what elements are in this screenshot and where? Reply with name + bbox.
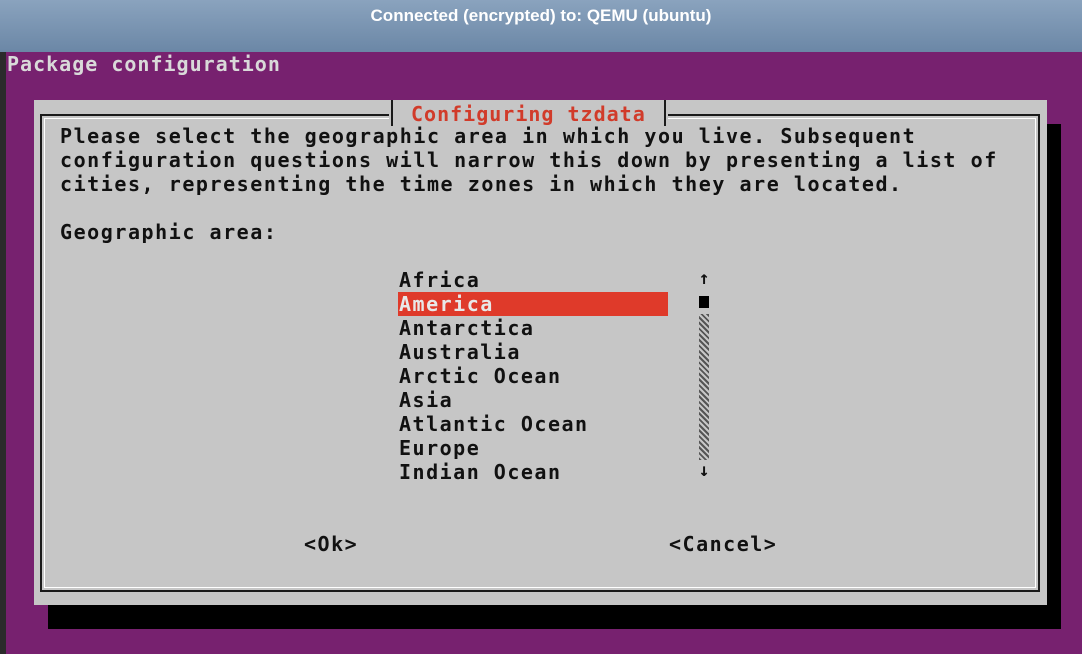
area-item-africa[interactable]: Africa (398, 268, 668, 292)
title-bracket-left (391, 100, 393, 126)
cancel-button[interactable]: <Cancel> (669, 532, 777, 556)
area-item-america[interactable]: America (398, 292, 668, 316)
scrollbar-track[interactable] (699, 314, 709, 460)
up-arrow-icon[interactable]: ↑ (698, 268, 710, 290)
area-item-indian-ocean[interactable]: Indian Ocean (398, 460, 668, 484)
down-arrow-icon[interactable]: ↓ (698, 460, 710, 482)
window-title: Connected (encrypted) to: QEMU (ubuntu) (370, 6, 712, 25)
area-item-arctic-ocean[interactable]: Arctic Ocean (398, 364, 668, 388)
vnc-title-bar: Connected (encrypted) to: QEMU (ubuntu) (0, 0, 1082, 52)
dialog-title-text: Configuring tzdata (411, 102, 646, 126)
area-item-asia[interactable]: Asia (398, 388, 668, 412)
scrollbar-thumb[interactable] (699, 296, 709, 308)
description-line: Please select the geographic area in whi… (60, 124, 917, 148)
list-scrollbar[interactable]: ↑ ↓ (698, 268, 710, 484)
area-item-antarctica[interactable]: Antarctica (398, 316, 668, 340)
area-list[interactable]: Africa America Antarctica Australia Arct… (398, 268, 668, 484)
description-line: cities, representing the time zones in w… (60, 172, 903, 196)
area-item-australia[interactable]: Australia (398, 340, 668, 364)
area-prompt: Geographic area: (60, 220, 278, 244)
dialog-description: Please select the geographic area in whi… (60, 124, 998, 196)
description-line: configuration questions will narrow this… (60, 148, 998, 172)
area-item-atlantic-ocean[interactable]: Atlantic Ocean (398, 412, 668, 436)
title-bracket-right (663, 100, 666, 126)
area-item-europe[interactable]: Europe (398, 436, 668, 460)
terminal-screen: Package configuration Configuring tzdata… (6, 52, 1082, 654)
screen-title: Package configuration (7, 52, 281, 76)
ok-button[interactable]: <Ok> (304, 532, 358, 556)
tzdata-dialog: Configuring tzdata Please select the geo… (34, 100, 1047, 605)
